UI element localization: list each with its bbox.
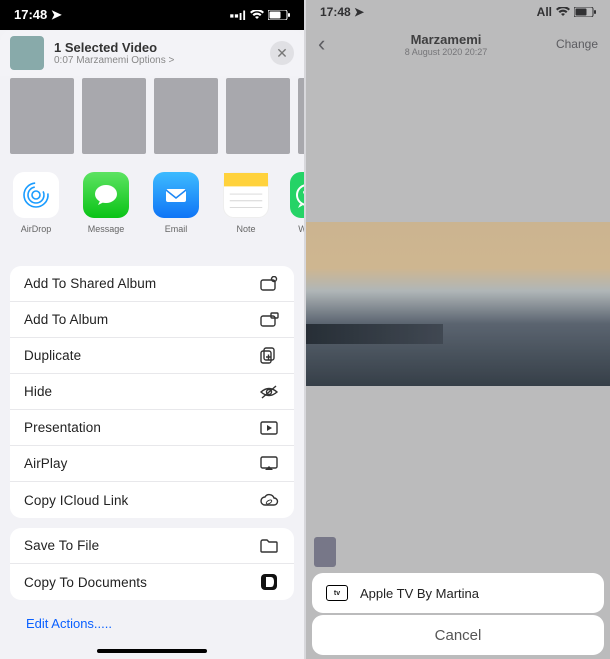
- picker-thumbnail[interactable]: [314, 537, 336, 567]
- row-copy-icloud-link[interactable]: Copy ICloud Link: [10, 482, 294, 518]
- app-label: Wh: [298, 224, 304, 234]
- app-label: Message: [88, 224, 125, 234]
- media-thumbnails: [0, 78, 304, 158]
- album-icon: [258, 312, 280, 328]
- row-hide[interactable]: Hide: [10, 374, 294, 410]
- row-copy-to-documents[interactable]: Copy To Documents: [10, 564, 294, 600]
- row-label: Duplicate: [24, 348, 81, 363]
- share-apps-row: AirDrop Message Email Note Wh: [0, 172, 304, 260]
- signal-icon: ▪▪ıl: [230, 8, 246, 23]
- app-label: Note: [236, 224, 255, 234]
- share-app-whatsapp[interactable]: Wh: [290, 172, 304, 260]
- cancel-label: Cancel: [435, 627, 482, 644]
- selected-count: 1 Selected Video: [54, 40, 270, 55]
- row-label: Hide: [24, 384, 52, 399]
- action-group-2: Save To File Copy To Documents: [10, 528, 294, 600]
- note-icon: [223, 172, 269, 218]
- airplay-icon: [258, 456, 280, 471]
- share-header: 1 Selected Video 0:07 Marzamemi Options …: [0, 30, 304, 76]
- row-label: Copy To Documents: [24, 575, 147, 590]
- shared-album-icon: [258, 276, 280, 292]
- row-label: Add To Shared Album: [24, 276, 156, 291]
- battery-icon: [268, 10, 290, 20]
- row-label: Add To Album: [24, 312, 108, 327]
- message-icon: [83, 172, 129, 218]
- share-app-airdrop[interactable]: AirDrop: [10, 172, 62, 260]
- share-app-message[interactable]: Message: [80, 172, 132, 260]
- thumbnail-tile[interactable]: [10, 78, 74, 154]
- wifi-icon: [250, 10, 264, 20]
- row-save-to-file[interactable]: Save To File: [10, 528, 294, 564]
- airdrop-icon: [13, 172, 59, 218]
- action-group-1: Add To Shared Album Add To Album Duplica…: [10, 266, 294, 518]
- app-label: Email: [165, 224, 188, 234]
- row-label: Presentation: [24, 420, 101, 435]
- selected-subtitle[interactable]: 0:07 Marzamemi Options >: [54, 55, 270, 66]
- email-icon: [153, 172, 199, 218]
- app-label: AirDrop: [21, 224, 52, 234]
- home-indicator[interactable]: [97, 649, 207, 653]
- share-app-note[interactable]: Note: [220, 172, 272, 260]
- hide-icon: [258, 385, 280, 399]
- row-label: AirPlay: [24, 456, 67, 471]
- status-bar: 17:48 ➤ ▪▪ıl: [0, 0, 304, 30]
- cancel-button[interactable]: Cancel: [312, 615, 604, 655]
- close-button[interactable]: ✕: [270, 41, 294, 65]
- thumbnail-tile[interactable]: [82, 78, 146, 154]
- folder-icon: [258, 539, 280, 553]
- location-icon: ➤: [51, 7, 62, 22]
- edit-actions-button[interactable]: Edit Actions.....: [10, 610, 294, 637]
- share-sheet-pane: 17:48 ➤ ▪▪ıl 1 Selected Video 0:07 Marza…: [0, 0, 304, 659]
- docs-icon: [258, 573, 280, 591]
- airplay-device-row[interactable]: Apple TV By Martina: [312, 573, 604, 613]
- row-duplicate[interactable]: Duplicate: [10, 338, 294, 374]
- row-label: Copy ICloud Link: [24, 493, 128, 508]
- cloud-icon: [258, 493, 280, 507]
- whatsapp-icon: [290, 172, 304, 218]
- action-list: Add To Shared Album Add To Album Duplica…: [10, 266, 294, 637]
- row-add-to-album[interactable]: Add To Album: [10, 302, 294, 338]
- duplicate-icon: [258, 347, 280, 365]
- status-time: 17:48: [14, 7, 47, 22]
- row-airplay[interactable]: AirPlay: [10, 446, 294, 482]
- thumbnail-tile[interactable]: [226, 78, 290, 154]
- row-label: Save To File: [24, 538, 99, 553]
- thumbnail-tile[interactable]: [298, 78, 304, 154]
- present-icon: [258, 421, 280, 435]
- row-presentation[interactable]: Presentation: [10, 410, 294, 446]
- row-add-to-shared-album[interactable]: Add To Shared Album: [10, 266, 294, 302]
- airplay-dialog-pane: 17:48 ➤ All ‹ Marzamemi 8 August 2020 20…: [306, 0, 610, 659]
- apple-tv-icon: [326, 585, 348, 601]
- share-app-email[interactable]: Email: [150, 172, 202, 260]
- modal-overlay[interactable]: [306, 0, 610, 659]
- device-name: Apple TV By Martina: [360, 586, 479, 601]
- header-thumbnail: [10, 36, 44, 70]
- thumbnail-tile[interactable]: [154, 78, 218, 154]
- close-icon: ✕: [276, 45, 288, 62]
